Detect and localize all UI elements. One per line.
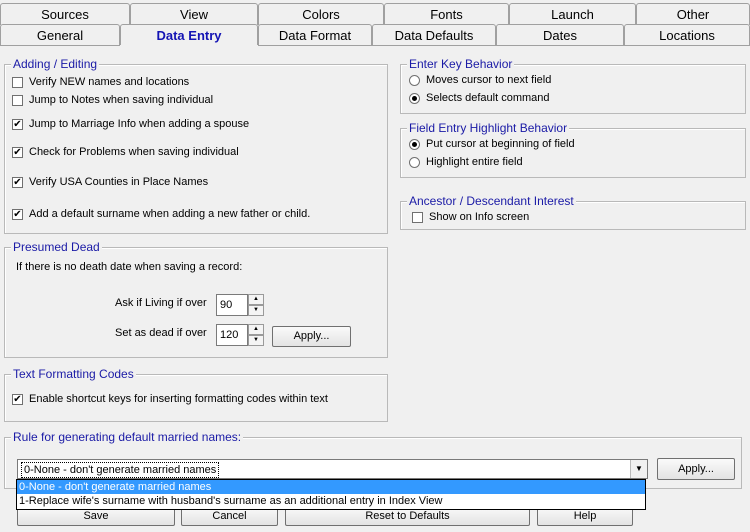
tab-dates[interactable]: Dates	[496, 24, 624, 46]
spin-down-icon[interactable]: ▼	[248, 305, 264, 316]
radio-circle-selected[interactable]	[409, 92, 420, 104]
ancestor-title: Ancestor / Descendant Interest	[407, 194, 576, 208]
jump-to-marriage-checkbox[interactable]: ✔ Jump to Marriage Info when adding a spo…	[12, 118, 249, 130]
text-formatting-title: Text Formatting Codes	[11, 367, 136, 381]
tab-colors[interactable]: Colors	[258, 3, 384, 25]
set-dead-input[interactable]: 120	[216, 324, 248, 346]
field-entry-group: Field Entry Highlight Behavior Put curso…	[400, 121, 746, 178]
married-names-options-list[interactable]: 0-None - don't generate married names 1-…	[16, 479, 646, 510]
check-mark-icon[interactable]: ✔	[12, 176, 23, 188]
ancestor-group: Ancestor / Descendant Interest Show on I…	[400, 194, 746, 230]
married-names-selected: 0-None - don't generate married names	[21, 462, 220, 478]
checkbox-box[interactable]	[412, 211, 423, 223]
tab-view[interactable]: View	[130, 3, 258, 25]
ask-living-spinner[interactable]: ▲ ▼	[248, 294, 264, 316]
check-mark-icon[interactable]: ✔	[12, 146, 23, 158]
check-for-problems-checkbox[interactable]: ✔ Check for Problems when saving individu…	[12, 146, 239, 158]
checkbox-box[interactable]	[12, 76, 23, 88]
check-mark-icon[interactable]: ✔	[12, 118, 23, 130]
moves-cursor-radio[interactable]: Moves cursor to next field	[409, 74, 551, 86]
spin-down-icon[interactable]: ▼	[248, 335, 264, 346]
enter-key-group: Enter Key Behavior Moves cursor to next …	[400, 57, 746, 114]
tab-panel-border	[0, 45, 750, 46]
tab-sources[interactable]: Sources	[0, 3, 130, 25]
adding-editing-title: Adding / Editing	[11, 57, 100, 71]
highlight-field-radio[interactable]: Highlight entire field	[409, 156, 523, 168]
tab-row-1: Sources View Colors Fonts Launch Other	[0, 3, 750, 25]
radio-circle-selected[interactable]	[409, 138, 420, 150]
verify-new-names-checkbox[interactable]: Verify NEW names and locations	[12, 76, 189, 88]
tab-general[interactable]: General	[0, 24, 120, 46]
spin-up-icon[interactable]: ▲	[248, 294, 264, 305]
set-dead-spinner[interactable]: ▲ ▼	[248, 324, 264, 346]
tab-data-defaults[interactable]: Data Defaults	[372, 24, 496, 46]
tab-other[interactable]: Other	[636, 3, 750, 25]
tab-row-2: General Data Entry Data Format Data Defa…	[0, 24, 750, 46]
set-dead-label: Set as dead if over	[115, 327, 207, 339]
married-names-option[interactable]: 1-Replace wife's surname with husband's …	[17, 494, 645, 508]
verify-usa-counties-checkbox[interactable]: ✔ Verify USA Counties in Place Names	[12, 176, 208, 188]
check-mark-icon[interactable]: ✔	[12, 393, 23, 405]
married-names-dropdown[interactable]: 0-None - don't generate married names ▼	[17, 459, 648, 479]
put-cursor-radio[interactable]: Put cursor at beginning of field	[409, 138, 575, 150]
married-names-title: Rule for generating default married name…	[11, 430, 244, 444]
presumed-dead-title: Presumed Dead	[11, 240, 102, 254]
spin-up-icon[interactable]: ▲	[248, 324, 264, 335]
enable-shortcut-keys-checkbox[interactable]: ✔ Enable shortcut keys for inserting form…	[12, 393, 328, 405]
tab-locations[interactable]: Locations	[624, 24, 750, 46]
show-on-info-checkbox[interactable]: Show on Info screen	[412, 211, 529, 223]
tab-launch[interactable]: Launch	[509, 3, 636, 25]
selects-default-radio[interactable]: Selects default command	[409, 92, 550, 104]
check-mark-icon[interactable]: ✔	[12, 208, 23, 220]
active-tab-gap	[120, 45, 258, 46]
chevron-down-icon[interactable]: ▼	[630, 460, 647, 478]
married-names-apply-button[interactable]: Apply...	[657, 458, 735, 480]
jump-to-notes-checkbox[interactable]: Jump to Notes when saving individual	[12, 94, 213, 106]
ask-living-label: Ask if Living if over	[115, 297, 207, 309]
presumed-dead-apply-button[interactable]: Apply...	[272, 326, 351, 347]
adding-editing-group: Adding / Editing Verify NEW names and lo…	[4, 57, 388, 234]
tab-fonts[interactable]: Fonts	[384, 3, 509, 25]
default-surname-checkbox[interactable]: ✔ Add a default surname when adding a new…	[12, 208, 310, 220]
text-formatting-group: Text Formatting Codes ✔ Enable shortcut k…	[4, 367, 388, 422]
married-names-option[interactable]: 0-None - don't generate married names	[17, 480, 645, 494]
field-entry-title: Field Entry Highlight Behavior	[407, 121, 570, 135]
tab-data-entry[interactable]: Data Entry	[120, 24, 258, 46]
enter-key-title: Enter Key Behavior	[407, 57, 515, 71]
radio-circle[interactable]	[409, 156, 420, 168]
presumed-dead-intro: If there is no death date when saving a …	[16, 261, 243, 273]
tab-data-format[interactable]: Data Format	[258, 24, 372, 46]
checkbox-box[interactable]	[12, 94, 23, 106]
presumed-dead-group: Presumed Dead If there is no death date …	[4, 240, 388, 358]
radio-circle[interactable]	[409, 74, 420, 86]
ask-living-input[interactable]: 90	[216, 294, 248, 316]
